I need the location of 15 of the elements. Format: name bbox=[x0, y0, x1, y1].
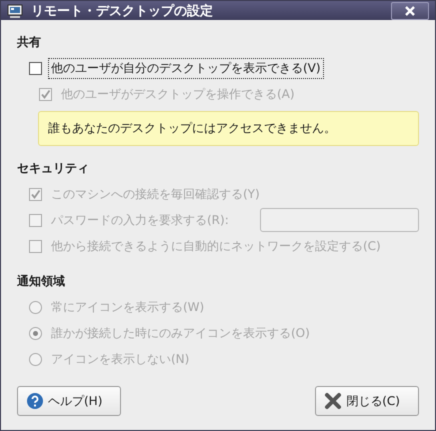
password-field[interactable] bbox=[260, 208, 419, 232]
close-icon bbox=[324, 392, 342, 410]
checkbox[interactable] bbox=[29, 62, 42, 74]
close-button[interactable] bbox=[391, 2, 429, 20]
monitor-icon bbox=[7, 2, 23, 18]
help-button[interactable]: ヘルプ(H) bbox=[17, 386, 122, 416]
help-icon bbox=[26, 392, 44, 410]
window-title: リモート・デスクトップの設定 bbox=[31, 2, 214, 20]
section-heading: 通知領域 bbox=[17, 273, 66, 290]
info-message: 誰もあなたのデスクトップにはアクセスできません。 bbox=[38, 111, 419, 146]
section-heading: セキュリティ bbox=[17, 160, 90, 177]
close-icon bbox=[405, 6, 415, 16]
close-dialog-button[interactable]: 閉じる(C) bbox=[315, 386, 419, 416]
checkbox-label[interactable]: 他のユーザが自分のデスクトップを表示できる(V) bbox=[48, 58, 324, 78]
section-heading: 共有 bbox=[17, 34, 42, 51]
